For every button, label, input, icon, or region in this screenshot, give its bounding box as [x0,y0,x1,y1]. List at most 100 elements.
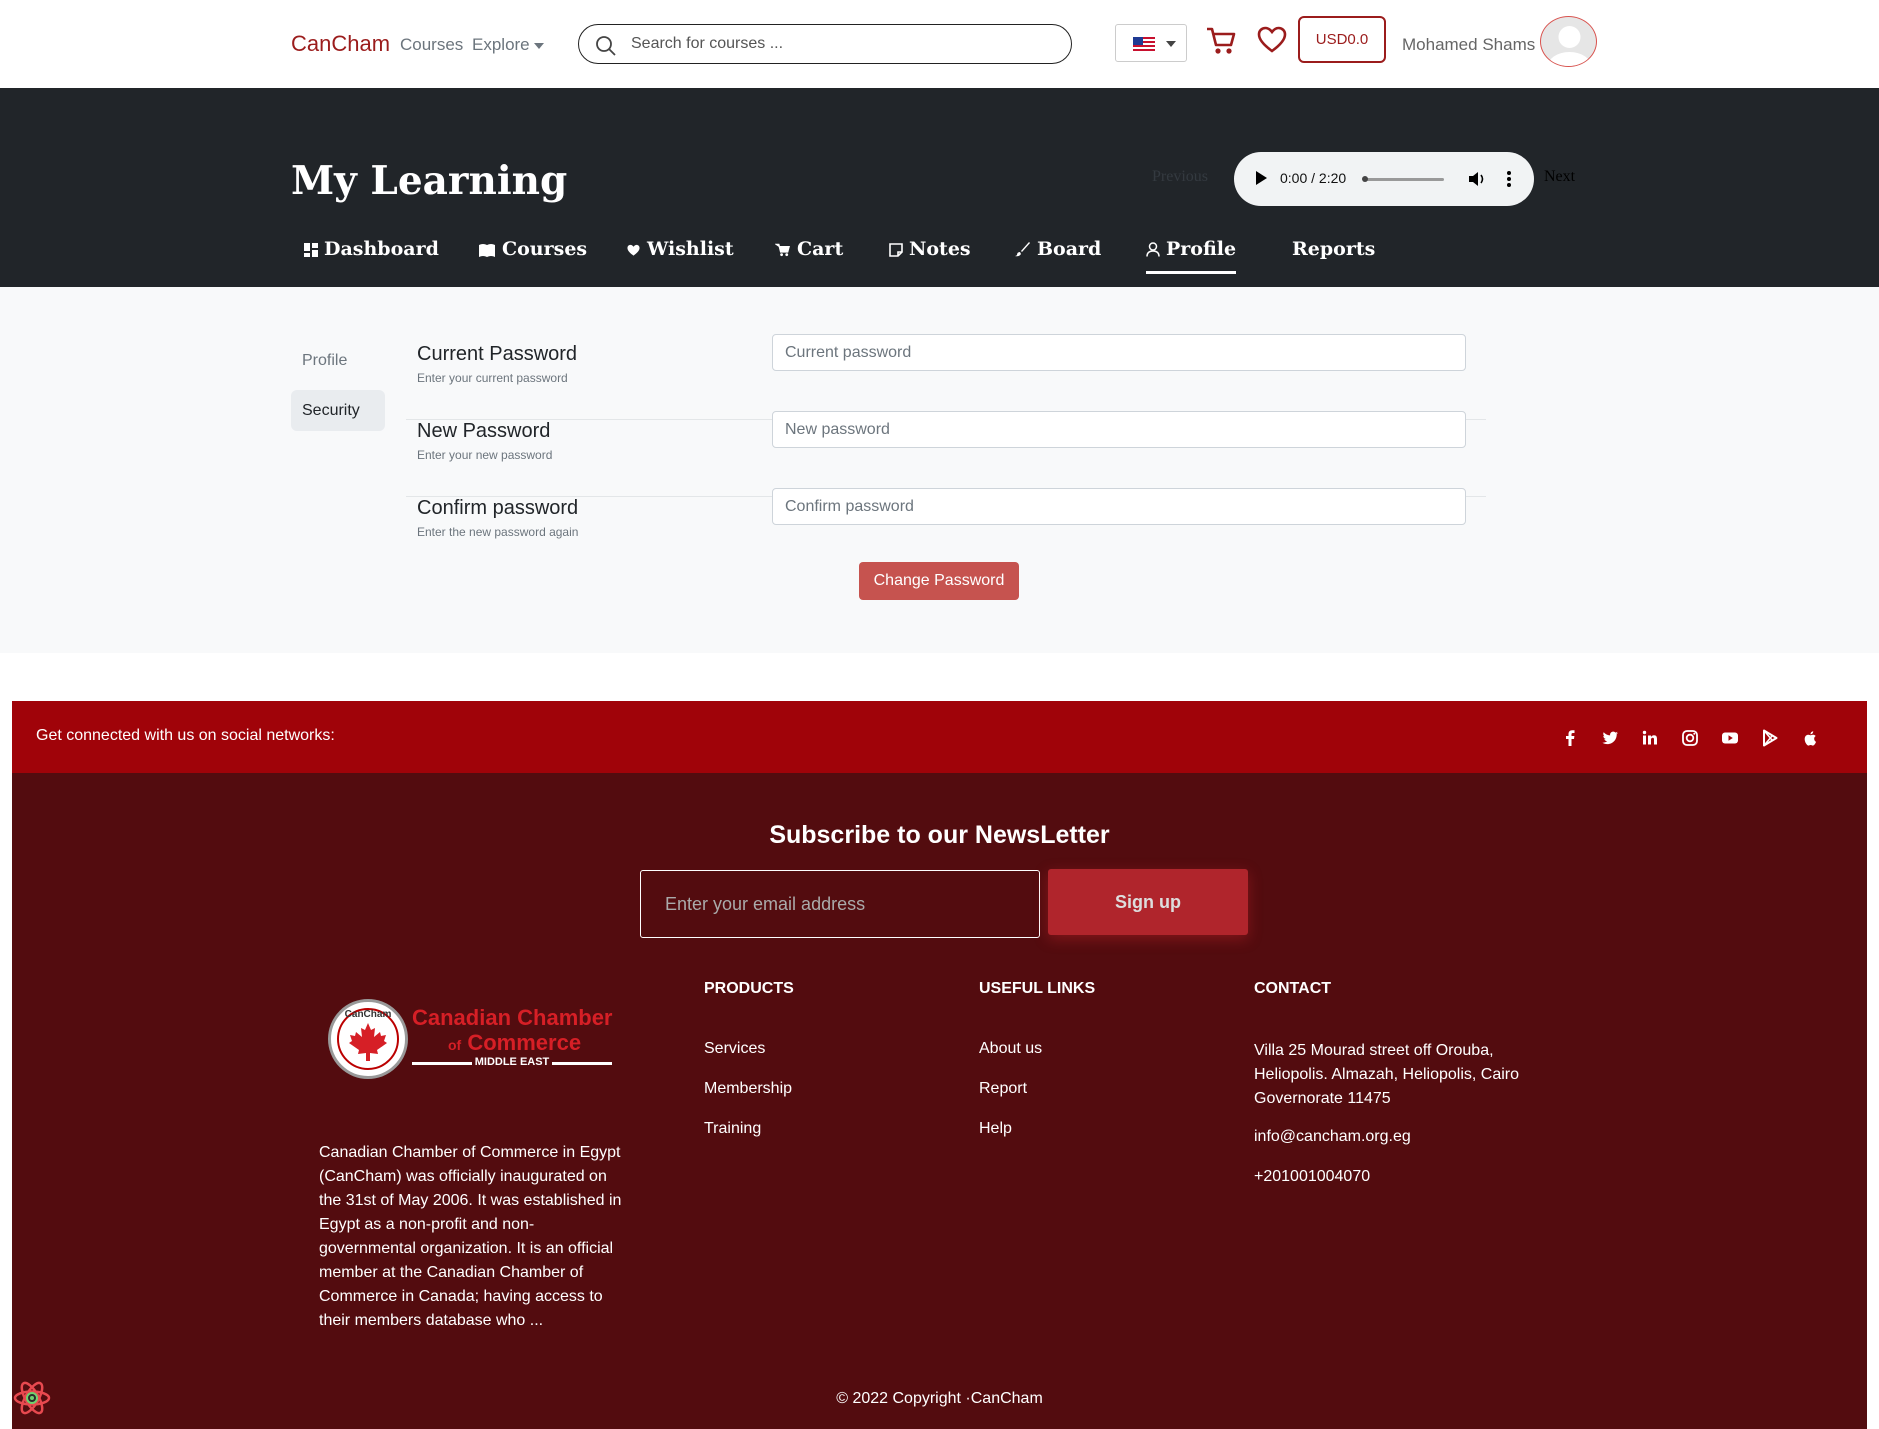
security-settings-panel: Profile Security Current Password Enter … [0,287,1879,653]
about-text: Canadian Chamber of Commerce in Egypt (C… [319,1144,622,1329]
tab-dashboard[interactable]: Dashboard [304,238,439,274]
balance-button[interactable]: USD0.0 [1298,16,1386,63]
field-label: New Password [417,420,551,442]
logo-line-3: MIDDLE EAST [474,1056,550,1068]
instagram-icon[interactable] [1679,727,1701,749]
tab-label: Profile [1166,238,1237,260]
current-password-row: Current Password Enter your current pass… [406,334,1486,420]
contact-phone-link[interactable]: +201001004070 [1254,1168,1370,1186]
footer-link-help[interactable]: Help [979,1120,1012,1138]
change-password-button[interactable]: Change Password [859,562,1019,600]
logo-line-1: Canadian Chamber [412,1005,613,1030]
social-icons [1559,727,1829,749]
dashboard-icon [304,243,318,257]
audio-player: 0:00 / 2:20 [1234,152,1534,206]
new-password-input[interactable] [772,411,1466,448]
logo-of: of [448,1037,462,1053]
caret-down-icon [1166,41,1176,47]
tab-label: Notes [909,238,971,260]
sidebar-item-security[interactable]: Security [291,390,385,431]
tab-board[interactable]: Board [1015,238,1101,274]
previous-button[interactable]: Previous [1152,168,1208,186]
cancham-logo: CanCham Canadian Chamber of Commerce MID… [328,999,628,1089]
useful-links-title: USEFUL LINKS [979,980,1096,997]
social-text: Get connected with us on social networks… [36,727,335,744]
site-footer: Subscribe to our NewsLetter Sign up CanC… [12,773,1867,1429]
social-bar: Get connected with us on social networks… [12,701,1867,773]
tab-wishlist[interactable]: Wishlist [626,238,734,274]
new-password-row: New Password Enter your new password [406,411,1486,497]
logo-commerce: Commerce [467,1030,582,1055]
field-label: Current Password [417,343,578,365]
play-icon[interactable] [1256,171,1267,185]
footer-link-about-us[interactable]: About us [979,1040,1042,1058]
field-label: Confirm password [417,497,579,519]
google-play-icon[interactable] [1759,727,1781,749]
book-icon [479,244,495,257]
volume-icon[interactable] [1468,171,1486,187]
tab-courses[interactable]: Courses [478,238,587,274]
language-select[interactable] [1115,24,1187,62]
audio-progress-knob[interactable] [1362,176,1368,182]
facebook-icon[interactable] [1559,727,1581,749]
maple-leaf-icon: CanCham [345,1009,392,1061]
apple-icon[interactable] [1799,727,1821,749]
footer-link-membership[interactable]: Membership [704,1080,792,1098]
contact-address: Villa 25 Mourad street off Orouba, Helio… [1254,1042,1520,1107]
tab-label: Cart [797,238,844,260]
products-title: PRODUCTS [704,980,794,997]
field-help: Enter the new password again [417,525,579,539]
field-help: Enter your current password [417,371,568,385]
tab-profile[interactable]: Profile [1146,238,1237,274]
search-box [578,24,1072,64]
nav-explore-dropdown[interactable]: Explore [472,35,544,55]
linkedin-icon[interactable] [1639,727,1661,749]
tab-label: Courses [502,238,588,260]
note-icon [889,243,903,257]
newsletter-signup-button[interactable]: Sign up [1048,869,1248,935]
cart-icon [774,243,790,257]
copyright: © 2022 Copyright ·CanCham [836,1390,1043,1407]
search-icon [596,36,616,56]
react-devtools-icon[interactable] [12,1378,52,1418]
audio-time: 0:00 / 2:20 [1280,170,1347,186]
contact-email-link[interactable]: info@cancham.org.eg [1254,1128,1411,1146]
search-input[interactable] [631,33,1051,55]
tab-label: Reports [1292,238,1376,260]
audio-progress-slider[interactable] [1364,178,1444,181]
more-options-icon[interactable] [1506,170,1512,188]
tab-reports[interactable]: Reports [1292,238,1375,274]
field-help: Enter your new password [417,448,553,462]
brand-logo-link[interactable]: CanCham [291,31,390,57]
top-navbar: CanCham Courses Explore USD0.0 Mohamed S… [0,0,1879,88]
logo-line-2: of Commerce [448,1030,581,1056]
footer-link-training[interactable]: Training [704,1120,761,1138]
svg-text:CanCham: CanCham [345,1009,392,1020]
sidebar-item-profile[interactable]: Profile [291,340,385,381]
avatar[interactable] [1540,16,1597,67]
confirm-password-input[interactable] [772,488,1466,525]
footer-link-services[interactable]: Services [704,1040,765,1058]
cancham-seal: CanCham [328,999,408,1079]
user-avatar-icon [1547,26,1592,66]
tab-label: Board [1037,238,1102,260]
twitter-icon[interactable] [1599,727,1621,749]
footer-link-report[interactable]: Report [979,1080,1027,1098]
my-learning-header: My Learning Previous 0:00 / 2:20 Next Da… [0,88,1879,287]
current-password-input[interactable] [772,334,1466,371]
us-flag-icon [1133,37,1155,51]
tab-notes[interactable]: Notes [889,238,971,274]
nav-courses-link[interactable]: Courses [400,35,463,55]
tab-cart[interactable]: Cart [774,238,844,274]
user-icon [1146,242,1160,257]
user-name[interactable]: Mohamed Shams [1402,35,1535,55]
page-title: My Learning [291,158,568,204]
tab-label: Wishlist [647,238,734,260]
next-button[interactable]: Next [1544,168,1575,186]
youtube-icon[interactable] [1719,727,1741,749]
heart-icon[interactable] [1257,26,1287,54]
heart-icon [627,244,640,256]
newsletter-email-input[interactable] [640,870,1040,938]
brush-icon [1015,242,1030,257]
cart-icon[interactable] [1205,26,1237,56]
